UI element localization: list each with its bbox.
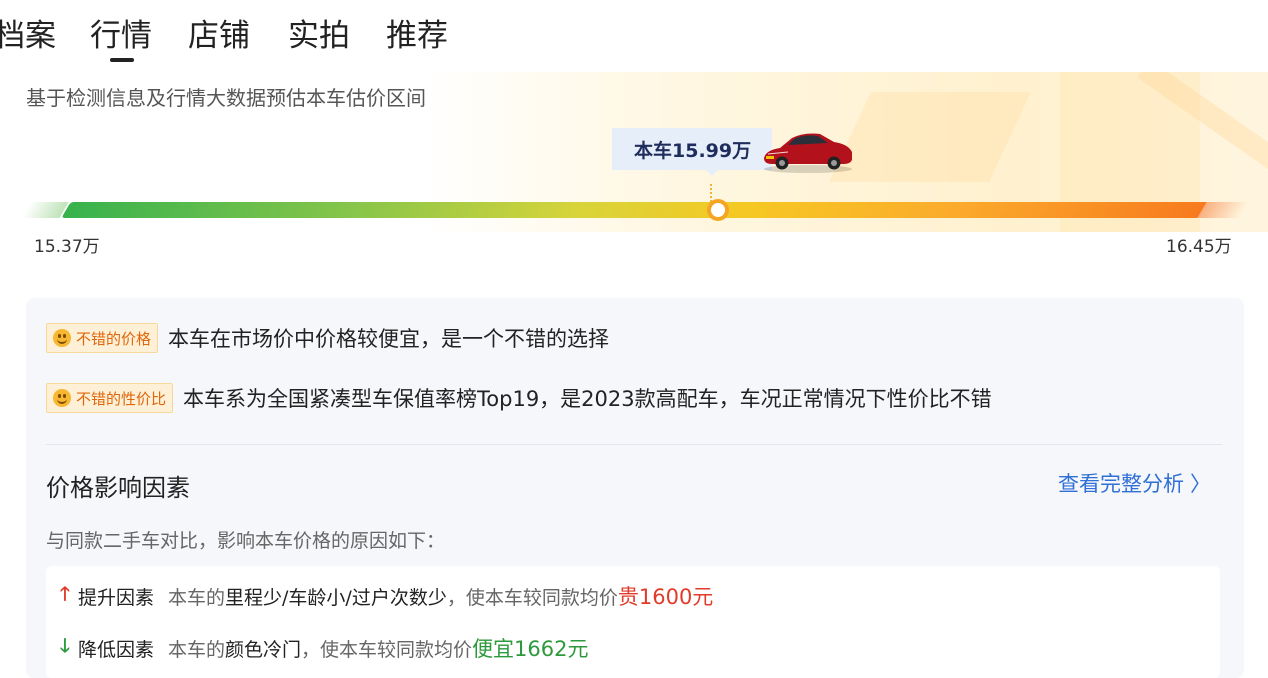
arrow-down-icon: 🡓 xyxy=(60,635,70,657)
analysis-card: 不错的价格 本车在市场价中价格较便宜，是一个不错的选择 不错的性价比 本车系为全… xyxy=(26,298,1244,678)
price-gradient-bar xyxy=(61,202,1209,218)
active-tab-indicator xyxy=(110,58,134,62)
smile-icon xyxy=(53,389,71,407)
tab-market[interactable]: 行情 xyxy=(90,14,152,58)
price-impact-down: 便宜1662元 xyxy=(472,637,589,661)
factor-row-down: 🡓 降低因素 本车的颜色冷门，使本车较同款均价 便宜1662元 xyxy=(60,632,589,664)
factors-list: 🡑 提升因素 本车的里程少/车龄小/过户次数少，使本车较同款均价 贵1600元 … xyxy=(46,566,1220,678)
arrow-up-icon: 🡑 xyxy=(60,583,70,605)
range-low-label: 15.37万 xyxy=(34,237,100,257)
factors-description: 与同款二手车对比，影响本车价格的原因如下： xyxy=(46,530,446,552)
range-high-label: 16.45万 xyxy=(1166,237,1232,257)
price-bubble-tail xyxy=(704,168,720,176)
car-thumbnail-icon xyxy=(764,133,852,173)
price-estimate-section: 基于检测信息及行情大数据预估本车估价区间 本车15.99万 15.37万 16.… xyxy=(0,72,1268,272)
tag-label: 不错的性价比 xyxy=(76,389,167,408)
chevron-right-icon: 〉 xyxy=(1190,472,1211,496)
factors-title: 价格影响因素 xyxy=(46,474,190,502)
tag-label: 不错的价格 xyxy=(76,329,152,348)
link-label: 查看完整分析 xyxy=(1058,472,1184,496)
tab-bar: 档案 行情 店铺 实拍 推荐 xyxy=(0,0,1268,72)
tab-photos[interactable]: 实拍 xyxy=(288,14,350,58)
comment-value: 不错的性价比 本车系为全国紧凑型车保值率榜Top19，是2023款高配车，车况正… xyxy=(46,382,992,414)
factor-text: 本车的里程少/车龄小/过户次数少，使本车较同款均价 xyxy=(168,586,618,609)
estimate-description: 基于检测信息及行情大数据预估本车估价区间 xyxy=(26,86,426,110)
factor-label: 降低因素 xyxy=(78,638,155,661)
price-impact-up: 贵1600元 xyxy=(617,585,714,609)
current-price-label: 本车15.99万 xyxy=(634,140,752,162)
tab-store[interactable]: 店铺 xyxy=(188,14,250,58)
factor-text: 本车的颜色冷门，使本车较同款均价 xyxy=(168,638,473,661)
comment-text: 本车在市场价中价格较便宜，是一个不错的选择 xyxy=(168,327,610,351)
comment-text: 本车系为全国紧凑型车保值率榜Top19，是2023款高配车，车况正常情况下性价比… xyxy=(183,387,992,411)
tab-archive[interactable]: 档案 xyxy=(0,14,56,58)
factor-label: 提升因素 xyxy=(78,586,155,609)
tab-recommend[interactable]: 推荐 xyxy=(386,14,448,58)
current-price-tag: 本车15.99万 xyxy=(612,124,856,176)
current-price-marker xyxy=(707,199,730,221)
comment-price: 不错的价格 本车在市场价中价格较便宜，是一个不错的选择 xyxy=(46,322,609,354)
smile-icon xyxy=(53,329,71,347)
factor-row-up: 🡑 提升因素 本车的里程少/车龄小/过户次数少，使本车较同款均价 贵1600元 xyxy=(60,580,713,612)
tag-good-value: 不错的性价比 xyxy=(46,383,174,413)
divider xyxy=(46,444,1222,445)
view-full-analysis-link[interactable]: 查看完整分析〉 xyxy=(1058,468,1211,498)
tag-good-price: 不错的价格 xyxy=(46,323,159,353)
price-range-bar xyxy=(21,199,1249,221)
